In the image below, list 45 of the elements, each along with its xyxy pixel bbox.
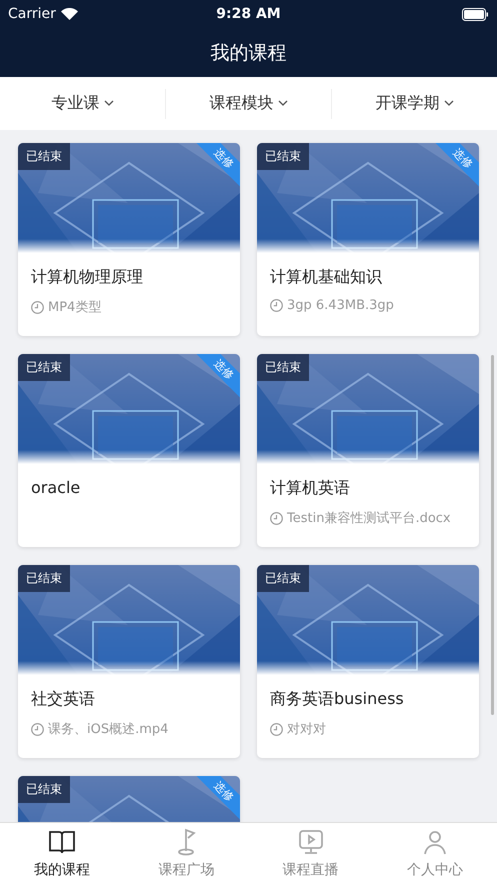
caret-icon: [278, 100, 288, 107]
course-title: 计算机英语: [270, 478, 351, 499]
course-card[interactable]: 已结束 社交英语 课务、iOS概述.mp4: [18, 565, 240, 758]
clock-icon: [31, 722, 44, 736]
clock-time: 9:28 AM: [216, 6, 281, 22]
course-title: oracle: [31, 478, 82, 497]
clock-icon: [31, 300, 44, 314]
caret-icon: [104, 100, 114, 107]
clock-icon: [270, 299, 283, 312]
status-tag: 已结束: [18, 776, 70, 803]
course-file: 课务、iOS概述.mp4: [48, 721, 168, 738]
course-title: 计算机物理原理: [31, 267, 144, 288]
status-tag: 已结束: [257, 143, 309, 170]
course-title: 社交英语: [31, 689, 96, 710]
filter-dropdown[interactable]: 课程模块: [165, 88, 331, 118]
status-tag: 已结束: [18, 143, 70, 170]
filter-dropdown[interactable]: 专业课: [0, 88, 165, 118]
status-tag: 已结束: [257, 354, 309, 381]
course-file: MP4类型: [48, 299, 102, 316]
page-title: 我的课程: [210, 40, 286, 66]
tab-bar-item[interactable]: 我的课程: [0, 823, 124, 883]
clock-icon: [270, 722, 283, 736]
clock-icon: [270, 512, 283, 524]
filter-dropdown[interactable]: 开课学期: [331, 88, 497, 118]
carrier-name: Carrier: [8, 6, 56, 22]
course-card[interactable]: 已结束 选修 计算机基础知识 3gp 6.43MB.3gp: [257, 143, 479, 336]
course-file: 3gp 6.43MB.3gp: [287, 298, 394, 313]
battery-icon: [462, 8, 489, 20]
course-title: 商务英语business: [270, 689, 405, 710]
wifi-icon: [60, 8, 78, 20]
course-file: 对对对: [287, 721, 326, 738]
course-card[interactable]: 已结束 选修: [18, 776, 240, 822]
course-title: 计算机基础知识: [270, 267, 383, 288]
course-card[interactable]: 已结束 选修 oracle: [18, 354, 240, 547]
tab-bar-item[interactable]: 个人中心: [372, 823, 497, 883]
tab-bar-item[interactable]: 课程广场: [124, 823, 248, 883]
status-tag: 已结束: [18, 354, 70, 381]
course-file: Testin兼容性测试平台.docx: [287, 510, 451, 527]
caret-icon: [444, 100, 454, 107]
status-tag: 已结束: [18, 565, 70, 592]
course-card[interactable]: 已结束 计算机英语 Testin兼容性测试平台.docx: [257, 354, 479, 547]
course-card[interactable]: 已结束 商务英语business 对对对: [257, 565, 479, 758]
status-tag: 已结束: [257, 565, 309, 592]
tab-bar-item[interactable]: 课程直播: [248, 823, 373, 883]
course-card[interactable]: 已结束 选修 计算机物理原理 MP4类型: [18, 143, 240, 336]
